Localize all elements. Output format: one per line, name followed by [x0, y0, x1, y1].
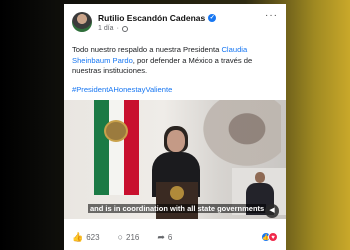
like-count: 623	[86, 232, 100, 242]
verified-badge-icon: ✓	[208, 14, 217, 22]
mexican-flag	[94, 100, 139, 195]
share-count: 6	[167, 232, 173, 242]
post-time[interactable]: 1 día	[98, 25, 114, 32]
background-mural-image	[196, 100, 281, 172]
share-icon: ➦	[157, 231, 165, 242]
comment-icon: ○	[117, 232, 124, 242]
video-caption: and is in coordination with all state go…	[88, 204, 267, 213]
like-button[interactable]: 👍 623	[72, 232, 100, 243]
author-avatar[interactable]	[72, 12, 92, 32]
post-meta: 1 día ·	[98, 25, 128, 32]
speaker-head	[167, 130, 185, 152]
post-header: Rutilio Escandón Cadenas ✓ 1 día · ···	[64, 4, 286, 40]
author-name-row[interactable]: Rutilio Escandón Cadenas ✓	[98, 13, 217, 23]
love-reaction-icon: ♥	[268, 232, 278, 242]
interpreter-head	[255, 172, 265, 183]
national-seal-image	[104, 120, 128, 142]
globe-icon	[121, 25, 128, 32]
sound-icon[interactable]: ◀	[265, 204, 279, 218]
post-text-start: Todo nuestro respaldo a nuestra Presiden…	[72, 45, 222, 54]
comment-count: 216	[126, 232, 140, 242]
post-footer: 👍 623 ○ 216 ➦ 6 👍 ♥	[64, 224, 286, 250]
comment-button[interactable]: ○ 216	[118, 232, 140, 242]
reactions-summary[interactable]: 👍 ♥	[261, 232, 278, 242]
hashtag-link[interactable]: #PresidentAHonestayValiente	[72, 85, 172, 94]
like-icon: 👍	[72, 231, 84, 242]
post-text: Todo nuestro respaldo a nuestra Presiden…	[72, 45, 282, 77]
more-options-icon[interactable]: ···	[265, 10, 278, 21]
video-player[interactable]: and is in coordination with all state go…	[64, 100, 286, 219]
podium-seal	[170, 186, 184, 200]
share-button[interactable]: ➦ 6	[157, 232, 172, 243]
author-name[interactable]: Rutilio Escandón Cadenas	[98, 13, 205, 23]
facebook-post-card: Rutilio Escandón Cadenas ✓ 1 día · ··· T…	[64, 4, 286, 250]
